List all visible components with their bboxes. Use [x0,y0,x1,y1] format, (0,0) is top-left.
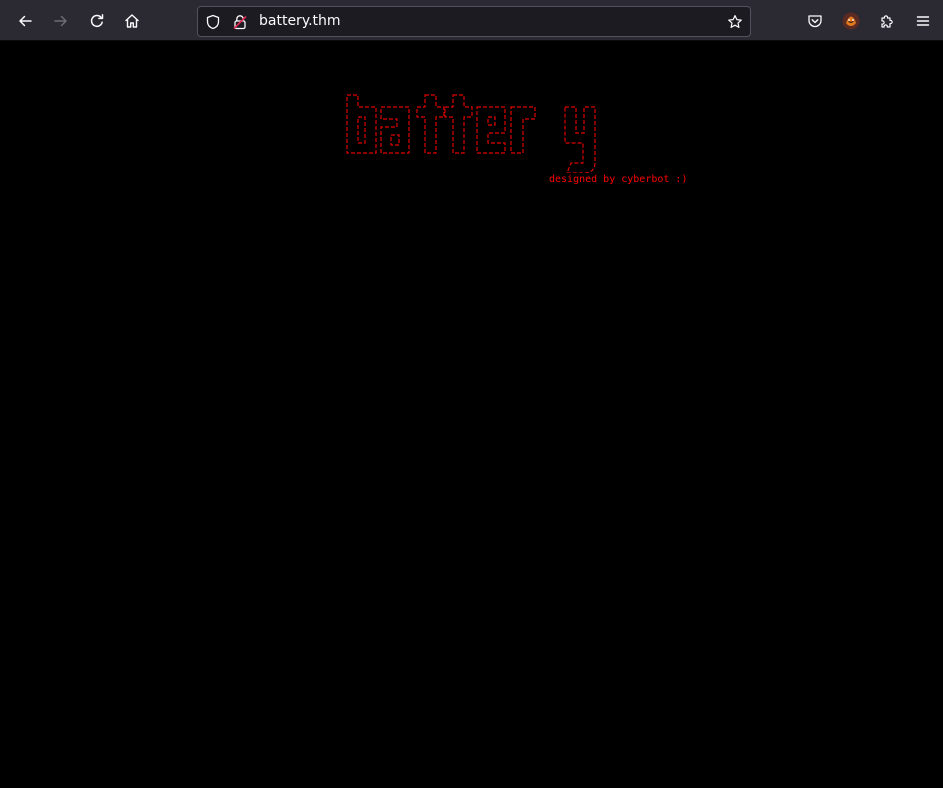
pocket-button[interactable] [800,6,830,36]
page-viewport: designed by cyberbot :) [1,41,943,788]
pocket-icon [808,15,822,28]
reload-icon [90,14,104,28]
hamburger-menu-icon [916,16,930,26]
reload-button[interactable] [82,6,112,36]
avatar-icon [842,12,860,30]
url-text[interactable]: battery.thm [259,13,341,30]
credit-text: designed by cyberbot :) [549,174,688,185]
star-icon[interactable] [726,13,744,31]
url-bar[interactable]: battery.thm [197,6,751,37]
menu-button[interactable] [908,6,938,36]
home-button[interactable] [117,6,147,36]
lock-icon[interactable] [231,13,249,31]
arrow-left-icon [19,15,32,27]
account-button[interactable] [836,6,866,36]
home-icon [125,14,139,28]
forward-button[interactable] [46,6,76,36]
arrow-right-icon [54,15,67,27]
extensions-button[interactable] [872,6,902,36]
shield-icon[interactable] [204,13,222,31]
puzzle-icon [881,15,893,28]
back-button[interactable] [10,6,40,36]
battery-ascii-logo [345,93,607,177]
browser-toolbar: battery.thm [0,0,943,41]
